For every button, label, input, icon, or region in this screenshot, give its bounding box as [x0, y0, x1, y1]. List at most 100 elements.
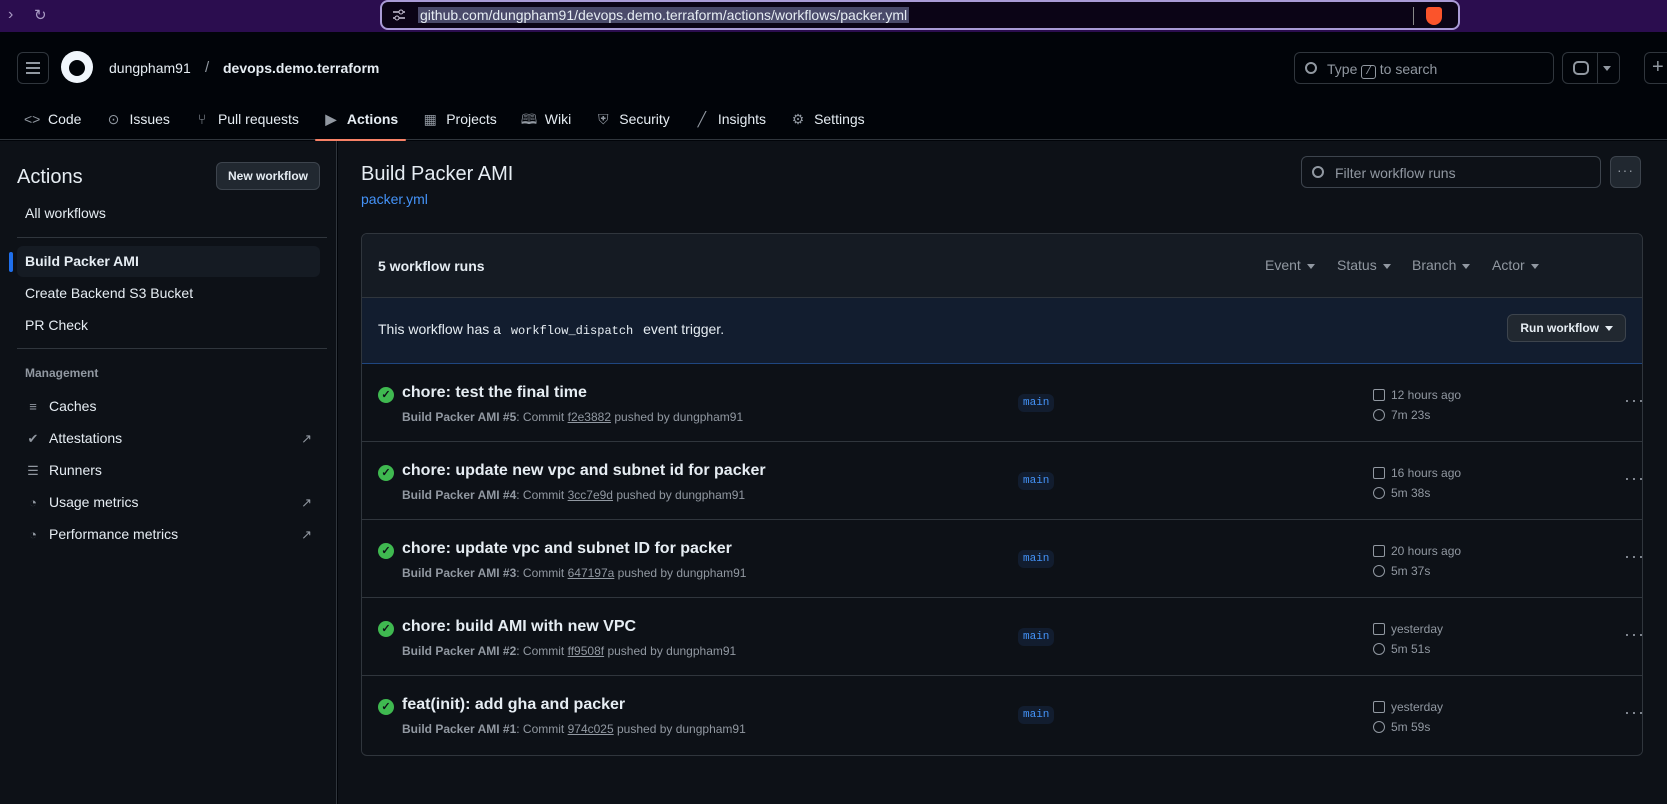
brave-shields-icon[interactable] [1426, 7, 1442, 25]
sidebar-title: Actions [17, 166, 83, 188]
commit-sha-link[interactable]: 974c025 [568, 722, 614, 736]
stopwatch-icon [1373, 643, 1385, 655]
more-options-button[interactable]: ··· [1610, 156, 1641, 188]
branch-badge[interactable]: main [1018, 394, 1055, 412]
management-heading: Management [25, 366, 99, 380]
table-row[interactable]: ✓ feat(init): add gha and packer Build Pac… [362, 676, 1642, 754]
tab-label: Actions [346, 111, 399, 127]
tab-wiki[interactable]: 🕮 Wiki [513, 98, 579, 140]
issue-icon: ⊙ [107, 111, 120, 127]
chevron-down-icon[interactable] [1603, 66, 1611, 71]
run-workflow-button[interactable]: Run workflow [1507, 314, 1626, 342]
workflow-runs-box: 5 workflow runs Event Status Branch Acto… [361, 233, 1643, 756]
run-workflow-name: Build Packer AMI #1 [402, 722, 517, 736]
table-row[interactable]: ✓ chore: update new vpc and subnet id for… [362, 442, 1642, 520]
run-title-link[interactable]: chore: test the final time [402, 384, 587, 402]
tab-actions[interactable]: ▶ Actions [314, 98, 407, 141]
commit-sha-link[interactable]: f2e3882 [568, 410, 611, 424]
copilot-button[interactable] [1562, 52, 1620, 84]
run-title-link[interactable]: chore: update new vpc and subnet id for … [402, 462, 766, 480]
breadcrumb-separator: / [205, 59, 210, 76]
table-row[interactable]: ✓ chore: update vpc and subnet ID for pac… [362, 520, 1642, 598]
gear-icon: ⚙ [791, 111, 805, 127]
tab-security[interactable]: ⛨ Security [587, 98, 678, 140]
success-icon: ✓ [378, 621, 394, 637]
workflow-file-link[interactable]: packer.yml [361, 191, 428, 207]
event-filter[interactable]: Event [1265, 257, 1315, 273]
workflow-main: Build Packer AMI packer.yml Filter workf… [338, 141, 1667, 804]
table-row[interactable]: ✓ chore: build AMI with new VPC Build Pack… [362, 598, 1642, 676]
tab-label: Insights [717, 111, 767, 127]
branch-badge[interactable]: main [1018, 472, 1055, 490]
run-title-link[interactable]: chore: update vpc and subnet ID for pack… [402, 540, 732, 558]
dispatch-banner: This workflow has a workflow_dispatch ev… [362, 298, 1642, 364]
sidebar-item-attestations[interactable]: ✔ Attestations ↗ [17, 423, 320, 454]
tab-pull-requests[interactable]: ⑂ Pull requests [186, 98, 307, 140]
run-time-text: yesterday [1391, 700, 1444, 714]
repo-name-link[interactable]: devops.demo.terraform [223, 60, 379, 76]
branch-filter[interactable]: Branch [1412, 257, 1471, 273]
forward-icon[interactable]: › [8, 6, 13, 24]
tab-projects[interactable]: ▦ Projects [414, 98, 505, 140]
kebab-horizontal-icon[interactable]: ··· [1624, 624, 1642, 645]
filter-label: Status [1337, 257, 1377, 273]
repo-owner-link[interactable]: dungpham91 [109, 60, 191, 76]
sidebar-item-create-backend-s3-bucket[interactable]: Create Backend S3 Bucket [17, 278, 320, 309]
run-time: 16 hours ago [1373, 466, 1461, 480]
filter-label: Event [1265, 257, 1301, 273]
site-settings-icon[interactable] [392, 8, 406, 22]
runs-header: 5 workflow runs Event Status Branch Acto… [362, 234, 1642, 298]
table-row[interactable]: ✓ chore: test the final time Build Packer … [362, 364, 1642, 442]
kebab-horizontal-icon[interactable]: ··· [1624, 546, 1642, 567]
branch-badge[interactable]: main [1018, 628, 1055, 646]
tab-insights[interactable]: ╱ Insights [686, 98, 774, 140]
url-text[interactable]: github.com/dungpham91/devops.demo.terraf… [418, 7, 910, 23]
page-title: Build Packer AMI [361, 163, 514, 185]
run-title-link[interactable]: feat(init): add gha and packer [402, 696, 625, 714]
filter-label: Branch [1412, 257, 1457, 273]
run-title-link[interactable]: chore: build AMI with new VPC [402, 618, 636, 636]
commit-sha-link[interactable]: 647197a [568, 566, 615, 580]
sidebar-item-all-workflows[interactable]: All workflows [17, 198, 320, 229]
sidebar-item-label: Performance metrics [49, 526, 179, 542]
tab-issues[interactable]: ⊙ Issues [97, 98, 177, 140]
commit-label: : Commit [516, 644, 565, 658]
status-filter[interactable]: Status [1337, 257, 1391, 273]
tab-label: Code [48, 111, 82, 127]
sidebar-item-runners[interactable]: ☰ Runners [17, 455, 320, 486]
new-workflow-button[interactable]: New workflow [216, 162, 320, 190]
chevron-down-icon [1306, 263, 1315, 269]
kebab-horizontal-icon[interactable]: ··· [1624, 390, 1642, 411]
sidebar-item-pr-check[interactable]: PR Check [17, 310, 320, 341]
kebab-horizontal-icon[interactable]: ··· [1624, 702, 1642, 723]
actor-filter[interactable]: Actor [1492, 257, 1539, 273]
branch-badge[interactable]: main [1018, 550, 1055, 568]
commit-sha-link[interactable]: ff9508f [568, 644, 604, 658]
sidebar-item-performance-metrics[interactable]: ◔ Performance metrics ↗ [17, 519, 320, 550]
sidebar-item-build-packer-ami[interactable]: Build Packer AMI [9, 246, 320, 277]
search-input[interactable]: Type / to search [1294, 52, 1554, 84]
menu-button[interactable] [17, 52, 49, 84]
create-new-button[interactable]: + [1644, 52, 1667, 84]
filter-runs-input[interactable]: Filter workflow runs [1301, 156, 1601, 188]
calendar-icon [1373, 623, 1385, 635]
github-logo-icon[interactable] [61, 51, 93, 83]
graph-icon: ╱ [697, 111, 707, 127]
tab-settings[interactable]: ⚙ Settings [782, 98, 873, 140]
sidebar-item-caches[interactable]: ≡ Caches [17, 391, 320, 422]
run-time-text: yesterday [1391, 622, 1444, 636]
kebab-horizontal-icon[interactable]: ··· [1624, 468, 1642, 489]
run-workflow-name: Build Packer AMI #2 [402, 644, 517, 658]
pushed-by: pushed by dungpham91 [617, 566, 747, 580]
address-bar[interactable]: github.com/dungpham91/devops.demo.terraf… [380, 0, 1460, 30]
sidebar-item-usage-metrics[interactable]: ◔ Usage metrics ↗ [17, 487, 320, 518]
reload-icon[interactable]: ↻ [34, 6, 47, 24]
branch-badge[interactable]: main [1018, 706, 1055, 724]
run-workflow-label: Run workflow [1520, 321, 1599, 335]
commit-sha-link[interactable]: 3cc7e9d [568, 488, 613, 502]
copilot-icon [1573, 61, 1589, 75]
dispatch-code: workflow_dispatch [510, 324, 634, 338]
repo-header: dungpham91 / devops.demo.terraform Type … [0, 32, 1667, 141]
tab-label: Settings [814, 111, 865, 127]
tab-code[interactable]: <> Code [16, 98, 89, 140]
